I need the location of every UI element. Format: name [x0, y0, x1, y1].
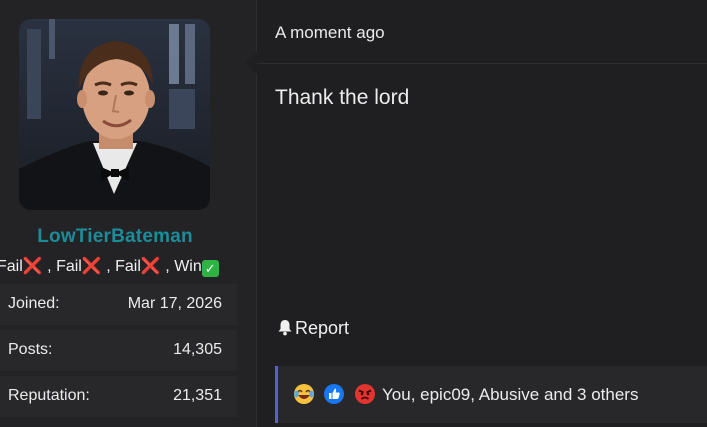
- stat-value: Mar 17, 2026: [127, 295, 222, 312]
- cross-icon: ❌: [81, 258, 102, 275]
- avatar[interactable]: [19, 19, 210, 210]
- stat-label: Joined:: [8, 295, 60, 312]
- stat-value: 21,351: [173, 387, 222, 404]
- cross-icon: ❌: [22, 258, 43, 275]
- user-title: Fail❌ , Fail❌ , Fail❌ , Win ✓: [0, 256, 219, 277]
- message-body: Thank the lord: [275, 86, 410, 109]
- username[interactable]: LowTierBateman: [0, 226, 230, 248]
- message-panel: A moment ago Thank the lord Report You, …: [245, 0, 707, 427]
- report-label: Report: [295, 318, 350, 338]
- stat-label: Reputation:: [8, 387, 90, 404]
- stat-label: Posts:: [8, 341, 53, 358]
- user-title-part: Win: [174, 258, 202, 275]
- speech-arrow: [245, 52, 257, 74]
- report-button[interactable]: Report: [277, 318, 349, 339]
- laughing-crying-emoji-icon: [293, 383, 315, 410]
- angry-emoji-icon: [354, 383, 376, 410]
- thumbs-up-emoji-icon: [323, 383, 345, 410]
- stat-joined: Joined: Mar 17, 2026: [0, 284, 237, 325]
- forum-post: LowTierBateman Fail❌ , Fail❌ , Fail❌ , W…: [0, 0, 707, 427]
- check-icon: ✓: [201, 260, 219, 277]
- user-title-part: Fail: [0, 258, 23, 275]
- user-title-part: Fail: [115, 258, 141, 275]
- user-title-part: Fail: [56, 258, 82, 275]
- reactions-bar[interactable]: You, epic09, Abusive and 3 others: [275, 366, 707, 423]
- stat-posts: Posts: 14,305: [0, 330, 237, 371]
- timestamp[interactable]: A moment ago: [275, 23, 385, 43]
- message-header: A moment ago: [257, 0, 707, 64]
- stat-reputation: Reputation: 21,351: [0, 376, 237, 417]
- reaction-icons: [293, 383, 380, 410]
- reaction-summary[interactable]: You, epic09, Abusive and 3 others: [382, 385, 638, 405]
- avatar-image: [19, 19, 210, 210]
- user-panel: LowTierBateman Fail❌ , Fail❌ , Fail❌ , W…: [0, 0, 257, 427]
- cross-icon: ❌: [140, 258, 161, 275]
- bell-icon: [278, 320, 292, 336]
- stat-value: 14,305: [173, 341, 222, 358]
